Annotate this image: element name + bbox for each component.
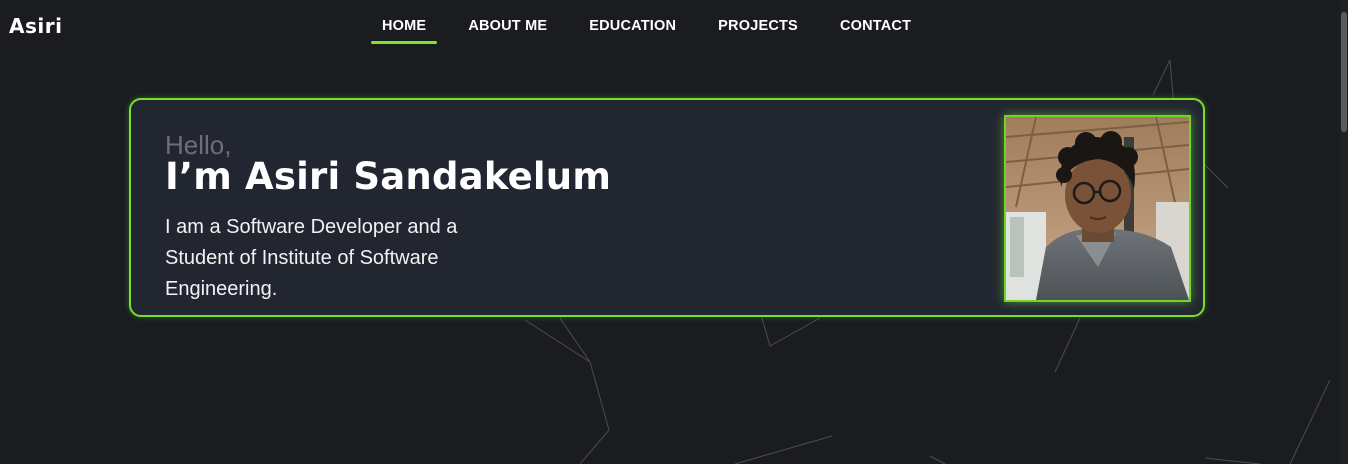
page-scrollbar[interactable] <box>1340 0 1348 464</box>
profile-photo <box>1004 115 1191 302</box>
nav-item-education[interactable]: EDUCATION <box>568 10 697 44</box>
hero-description: I am a Software Developer and a Student … <box>165 216 458 300</box>
nav-item-about-me[interactable]: ABOUT ME <box>447 10 568 44</box>
nav-item-projects[interactable]: PROJECTS <box>697 10 819 44</box>
nav-item-contact[interactable]: CONTACT <box>819 10 932 44</box>
scrollbar-thumb[interactable] <box>1341 12 1347 132</box>
hero-card: Hello, I’m Asiri Sandakelum I am a Softw… <box>129 98 1205 317</box>
hero-name: I’m Asiri Sandakelum <box>165 155 612 198</box>
brand-logo[interactable]: Asiri <box>9 14 62 38</box>
nav-item-home[interactable]: HOME <box>361 10 447 44</box>
main-nav: HOME ABOUT ME EDUCATION PROJECTS CONTACT <box>361 10 932 44</box>
page: Asiri HOME ABOUT ME EDUCATION PROJECTS C… <box>0 0 1348 464</box>
